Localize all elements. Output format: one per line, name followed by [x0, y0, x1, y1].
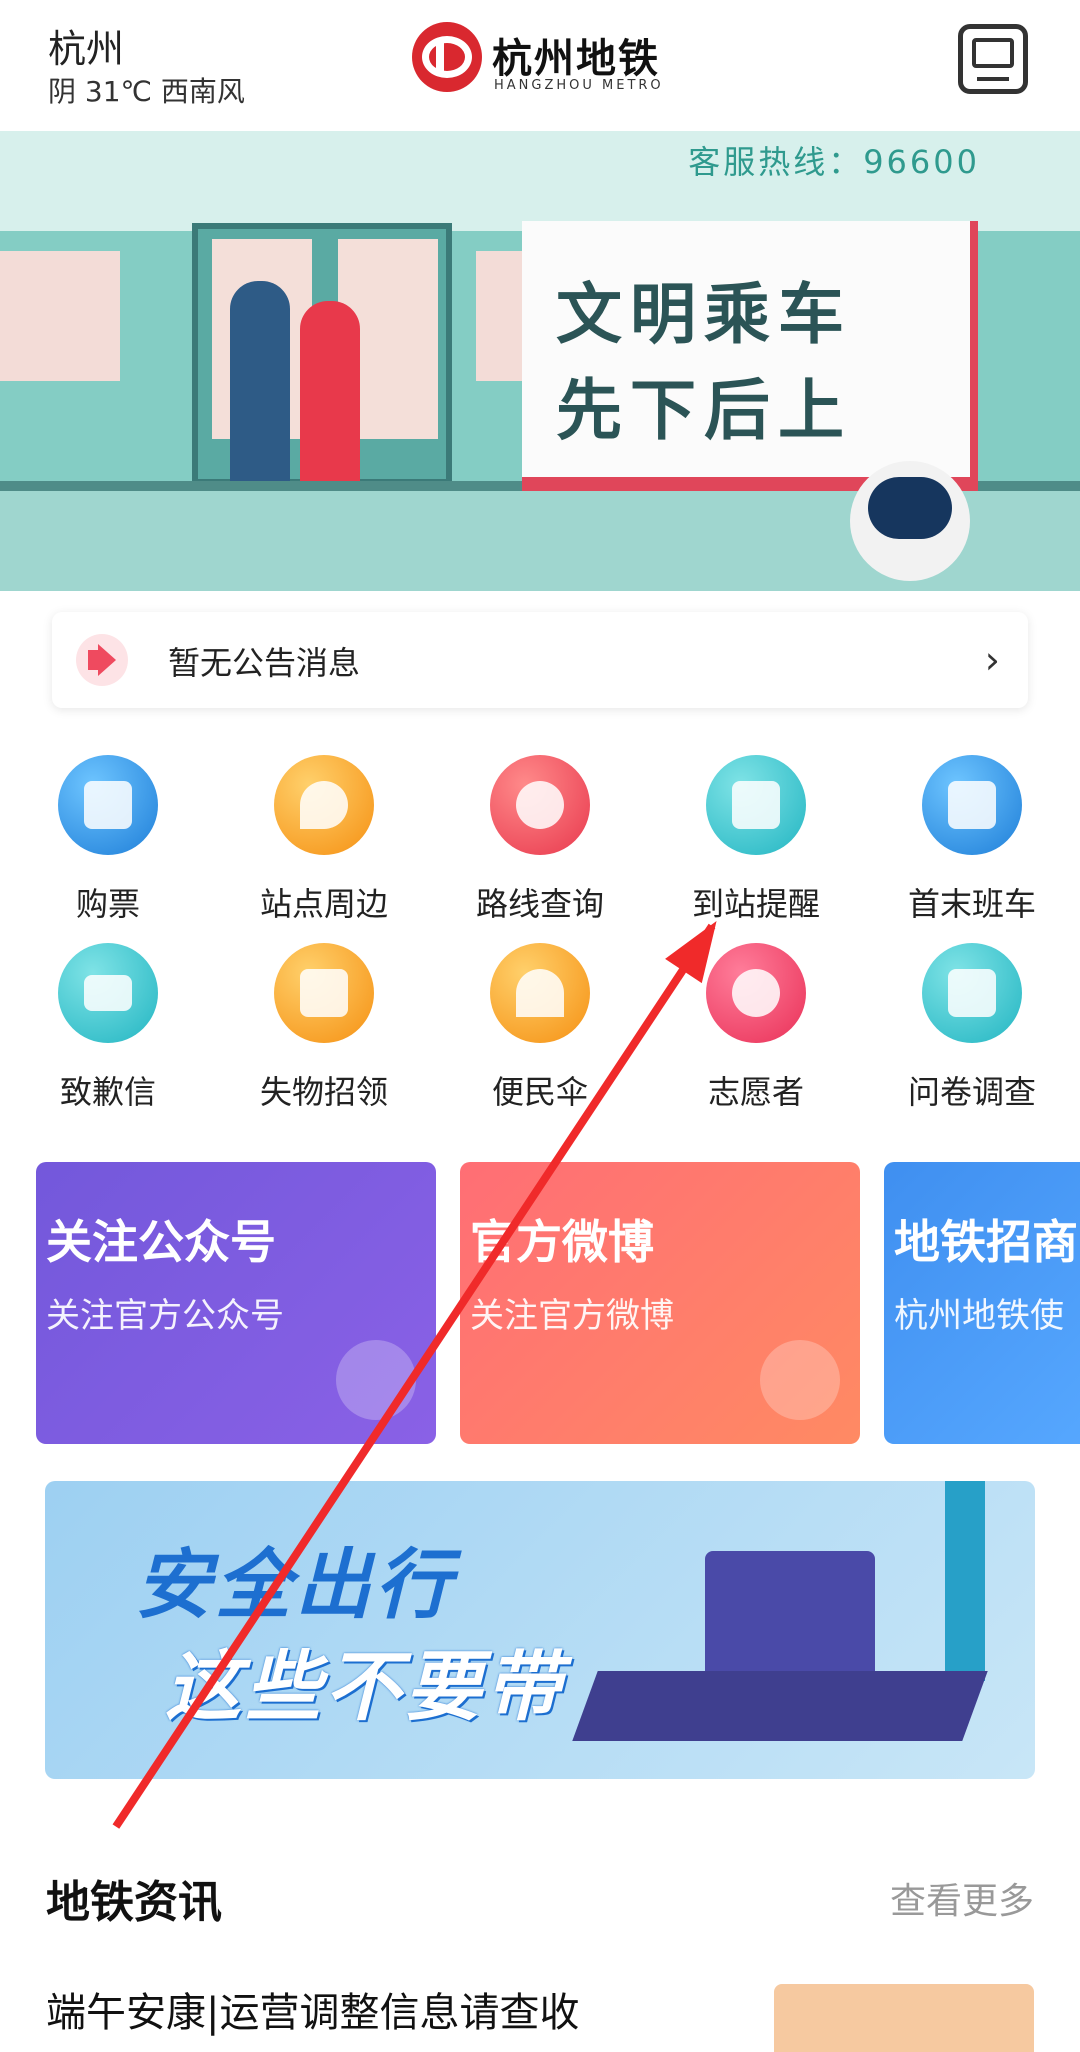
grid-item-label: 首末班车: [907, 885, 1036, 923]
xray-machine-illustration: [705, 1551, 875, 1681]
reminder-doc-icon: [706, 755, 806, 855]
metro-logo: 杭州地铁 HANGZHOU METRO: [412, 22, 672, 104]
metro-logo-icon: [412, 22, 482, 92]
weather-text: 阴 31℃ 西南风: [48, 75, 245, 108]
news-thumbnail[interactable]: [774, 1984, 1034, 2052]
grid-item-route[interactable]: 路线查询: [432, 755, 648, 930]
announcement-bar[interactable]: 暂无公告消息 ›: [52, 612, 1028, 708]
safety-line2: 这些不要带: [165, 1642, 565, 1731]
news-section-title: 地铁资讯: [46, 1877, 222, 1928]
logo-subtitle: HANGZHOU METRO: [494, 78, 664, 93]
grid-item-survey[interactable]: 问卷调查: [864, 943, 1080, 1118]
passenger-illustration: [230, 281, 290, 511]
grid-item-nearby[interactable]: 站点周边: [216, 755, 432, 930]
ticket-train-icon: [58, 755, 158, 855]
safety-line1: 安全出行: [135, 1540, 455, 1629]
grid-item-label: 失物招领: [259, 1073, 388, 1111]
promo-banner[interactable]: 客服热线：96600 文明乘车 先下后上: [0, 131, 1080, 591]
card-weibo[interactable]: 官方微博 关注官方微博: [460, 1162, 860, 1444]
envelope-icon: [58, 943, 158, 1043]
card-subtitle: 杭州地铁使: [894, 1296, 1064, 1336]
card-wechat-official[interactable]: 关注公众号 关注官方公众号: [36, 1162, 436, 1444]
grid-item-umbrella[interactable]: 便民伞: [432, 943, 648, 1118]
mascot-robot: [850, 461, 970, 581]
window-decoration: [0, 251, 120, 381]
safety-banner[interactable]: 安全出行 这些不要带: [45, 1481, 1035, 1779]
grid-item-label: 到站提醒: [691, 885, 820, 923]
hotline-text: 客服热线：96600: [688, 143, 980, 181]
survey-doc-icon: [922, 943, 1022, 1043]
grid-item-lost-found[interactable]: 失物招领: [216, 943, 432, 1118]
box-icon: [274, 943, 374, 1043]
speaker-icon: [76, 634, 128, 686]
clock-icon: [490, 755, 590, 855]
grid-item-apology-letter[interactable]: 致歉信: [0, 943, 216, 1118]
card-title: 关注公众号: [46, 1215, 276, 1269]
location-pin-icon: [274, 755, 374, 855]
news-item-title[interactable]: 端午安康|运营调整信息请查收: [46, 1980, 579, 2038]
grid-item-buy-ticket[interactable]: 购票: [0, 755, 216, 930]
card-subtitle: 关注官方公众号: [46, 1296, 284, 1336]
grid-item-label: 问卷调查: [907, 1073, 1036, 1111]
conveyor-belt-illustration: [572, 1671, 988, 1741]
heart-icon: [706, 943, 806, 1043]
grid-item-label: 购票: [75, 885, 140, 923]
message-box-icon[interactable]: [958, 24, 1028, 94]
slogan-sign: 文明乘车 先下后上: [522, 221, 978, 491]
city-name[interactable]: 杭州: [48, 18, 124, 73]
grid-item-arrival-reminder[interactable]: 到站提醒: [648, 755, 864, 930]
slogan-line2: 先下后上: [556, 372, 852, 449]
grid-item-label: 站点周边: [259, 885, 388, 923]
top-header: 杭州 阴 31℃ 西南风 杭州地铁 HANGZHOU METRO: [0, 0, 1080, 131]
chevron-right-icon: ›: [984, 638, 1000, 682]
view-more-link[interactable]: 查看更多: [890, 1872, 1034, 1924]
grid-item-label: 路线查询: [475, 885, 604, 923]
grid-item-label: 志愿者: [707, 1073, 804, 1111]
train-icon: [922, 755, 1022, 855]
card-title: 地铁招商: [894, 1215, 1078, 1269]
announcement-text: 暂无公告消息: [168, 644, 361, 682]
slogan-line1: 文明乘车: [556, 276, 852, 353]
grid-item-first-last-train[interactable]: 首末班车: [864, 755, 1080, 930]
logo-title: 杭州地铁: [492, 36, 660, 82]
card-subtitle: 关注官方微博: [470, 1296, 674, 1336]
card-investment[interactable]: 地铁招商 杭州地铁使: [884, 1162, 1080, 1444]
weibo-icon: [760, 1340, 840, 1420]
grid-item-label: 致歉信: [59, 1073, 156, 1111]
card-title: 官方微博: [470, 1215, 654, 1269]
umbrella-icon: [490, 943, 590, 1043]
verified-badge-icon: [336, 1340, 416, 1420]
